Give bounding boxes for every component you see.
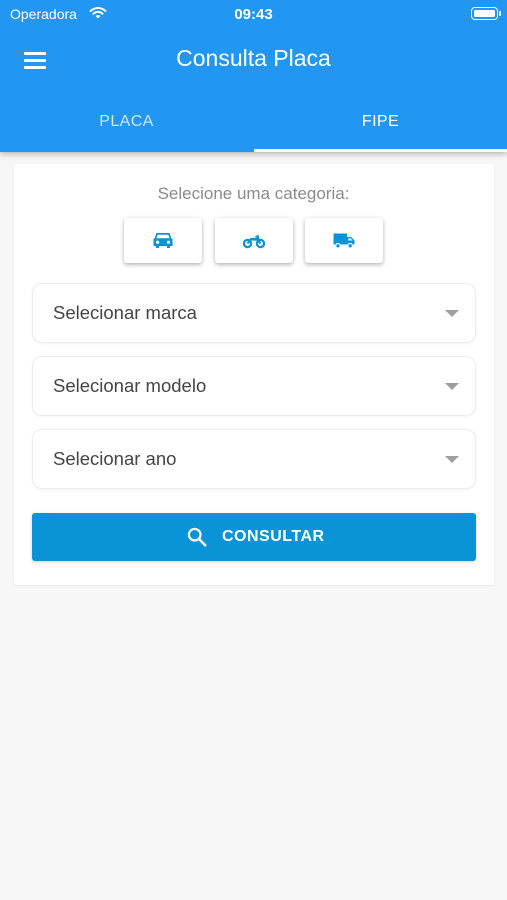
search-icon: [187, 527, 207, 547]
app-title: Consulta Placa: [176, 45, 331, 71]
category-truck-button[interactable]: [305, 218, 383, 263]
category-car-button[interactable]: [124, 218, 202, 263]
motorcycle-icon: [242, 234, 266, 249]
select-ano[interactable]: Selecionar ano: [32, 429, 476, 489]
select-marca-label: Selecionar marca: [53, 302, 197, 323]
consultar-button[interactable]: CONSULTAR: [32, 513, 476, 561]
dropdown-arrow-icon: [445, 383, 459, 390]
category-prompt: Selecione uma categoria:: [157, 184, 350, 203]
dropdown-arrow-icon: [445, 456, 459, 463]
select-ano-label: Selecionar ano: [53, 448, 177, 469]
tab-placa[interactable]: PLACA: [0, 94, 253, 152]
select-modelo-label: Selecionar modelo: [53, 375, 207, 396]
dropdown-arrow-icon: [445, 310, 459, 317]
app-bar: Operadora 09:43 Consulta Placa PLACA FIP…: [0, 0, 507, 152]
status-time: 09:43: [234, 6, 273, 23]
consultar-label: CONSULTAR: [222, 528, 325, 545]
tab-indicator: [254, 149, 507, 152]
truck-icon: [333, 233, 355, 249]
battery-tip: [499, 11, 501, 16]
battery-icon: [471, 7, 498, 20]
car-icon: [153, 233, 173, 248]
select-marca[interactable]: Selecionar marca: [32, 283, 476, 343]
select-modelo[interactable]: Selecionar modelo: [32, 356, 476, 416]
category-motorcycle-button[interactable]: [215, 218, 293, 263]
tab-fipe[interactable]: FIPE: [254, 94, 507, 152]
status-bar: Operadora 09:43: [0, 0, 507, 28]
